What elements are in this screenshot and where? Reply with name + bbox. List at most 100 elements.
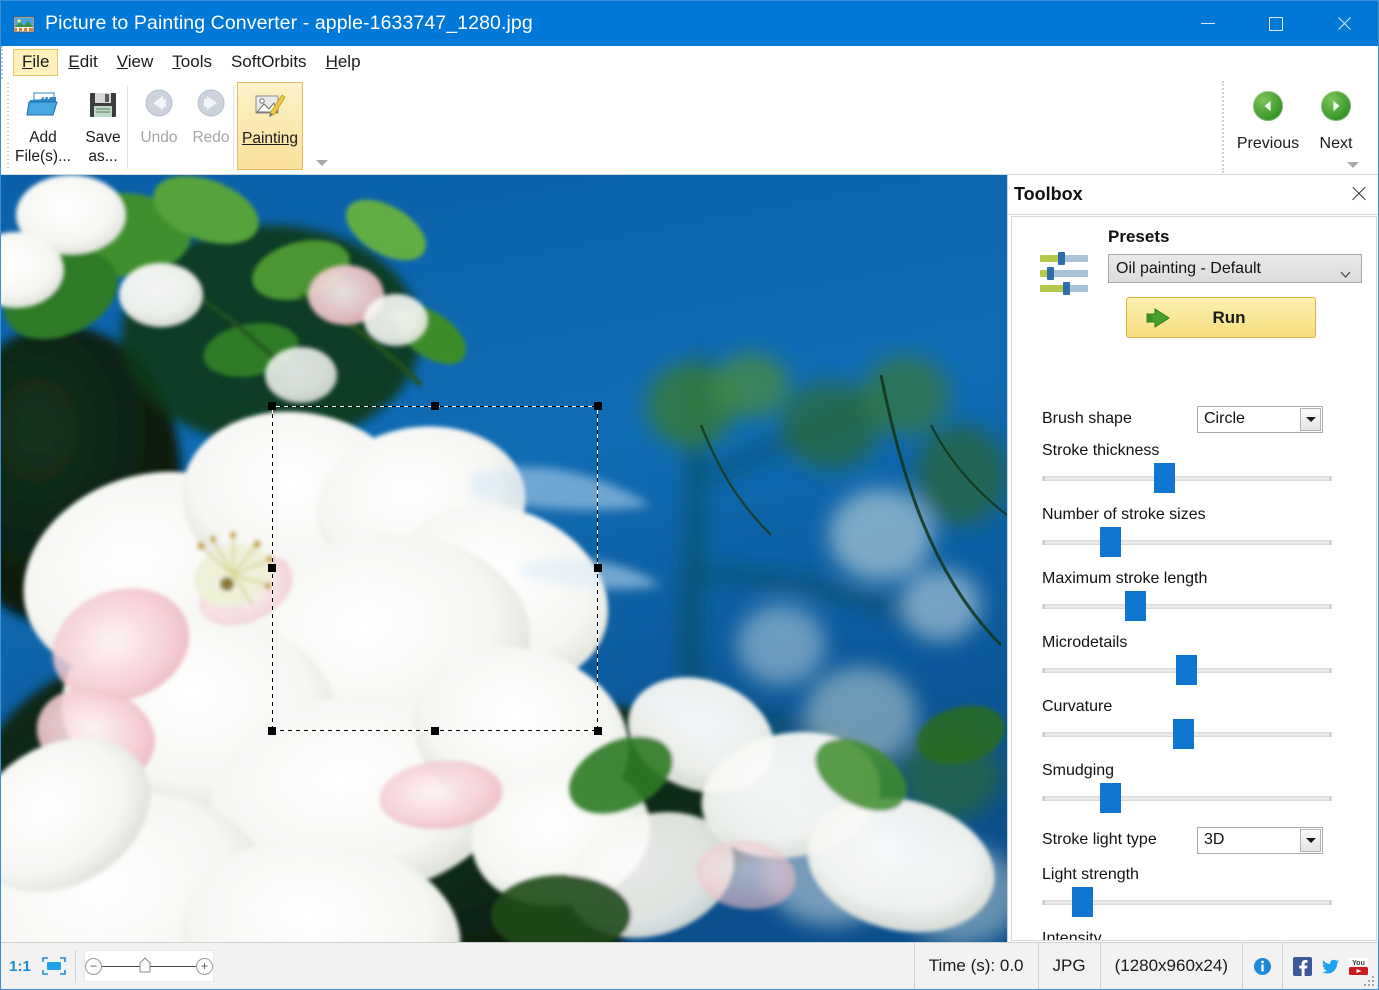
selection-rectangle[interactable]	[268, 402, 602, 735]
status-dimensions: (1280x960x24)	[1099, 942, 1242, 989]
handle-bottom-left[interactable]	[268, 727, 276, 735]
handle-top-left[interactable]	[268, 402, 276, 410]
stroke-light-type-value: 3D	[1204, 831, 1225, 848]
zoom-track-right	[149, 965, 196, 967]
number-of-stroke-sizes-label: Number of stroke sizes	[1042, 506, 1206, 523]
save-as-button[interactable]: Save as...	[75, 82, 131, 170]
window-title: Picture to Painting Converter - apple-16…	[45, 12, 533, 34]
brush-shape-combo[interactable]: Circle	[1197, 405, 1323, 433]
redo-arrow-icon	[194, 88, 228, 122]
status-format: JPG	[1037, 942, 1100, 989]
next-label: Next	[1319, 135, 1353, 152]
minimize-button[interactable]	[1174, 1, 1242, 46]
handle-bottom-center[interactable]	[431, 727, 439, 735]
handle-middle-left[interactable]	[268, 564, 276, 572]
menu-item-view[interactable]: View	[108, 49, 163, 76]
window-controls	[1174, 1, 1378, 46]
chevron-down-icon	[1340, 265, 1351, 278]
minimize-icon	[1201, 23, 1215, 24]
stroke-thickness-slider[interactable]	[1042, 463, 1332, 493]
save-as-label-line1: Save	[85, 129, 121, 146]
toolbox-body: Presets Oil painting - Default Run Brush…	[1011, 216, 1377, 941]
next-button[interactable]: Next	[1302, 81, 1370, 169]
presets-column: Presets Oil painting - Default Run	[1108, 227, 1362, 338]
zoom-in-icon[interactable]: +	[196, 957, 213, 975]
menu-item-edit[interactable]: Edit	[59, 49, 106, 76]
control-microdetails: Microdetails	[1012, 628, 1376, 685]
add-files-button[interactable]: Add File(s)...	[15, 82, 71, 170]
control-curvature: Curvature	[1012, 692, 1376, 749]
ribbon-expander-icon[interactable]	[315, 155, 329, 167]
navigation-expander-icon[interactable]	[1346, 157, 1360, 169]
undo-button[interactable]: Undo	[131, 82, 187, 170]
control-light-strength: Light strength	[1012, 860, 1376, 917]
smudging-slider[interactable]	[1042, 783, 1332, 813]
brush-shape-label: Brush shape	[1042, 410, 1132, 427]
previous-label: Previous	[1236, 135, 1300, 152]
info-icon[interactable]	[1253, 957, 1272, 976]
resize-grip-icon[interactable]	[1363, 974, 1375, 986]
slider-track	[1042, 540, 1332, 545]
selection-marquee	[272, 406, 598, 731]
maximum-stroke-length-slider[interactable]	[1042, 591, 1332, 621]
slider-thumb[interactable]	[1173, 719, 1194, 749]
redo-button[interactable]: Redo	[183, 82, 239, 170]
number-of-stroke-sizes-slider[interactable]	[1042, 527, 1332, 557]
light-strength-slider[interactable]	[1042, 887, 1332, 917]
save-as-label-line2: as...	[88, 148, 118, 165]
maximize-button[interactable]	[1242, 1, 1310, 46]
handle-bottom-right[interactable]	[594, 727, 602, 735]
slider-thumb[interactable]	[1154, 463, 1175, 493]
slider-thumb[interactable]	[1125, 591, 1146, 621]
arrow-right-circle-icon	[1321, 91, 1351, 121]
ribbon-group-history: Undo Redo	[131, 82, 239, 172]
zoom-slider[interactable]: − +	[84, 950, 214, 982]
microdetails-slider[interactable]	[1042, 655, 1332, 685]
handle-middle-right[interactable]	[594, 564, 602, 572]
undo-arrow-icon	[142, 88, 176, 122]
smudging-label: Smudging	[1042, 762, 1115, 779]
slider-thumb[interactable]	[1100, 527, 1121, 557]
run-label: Run	[1212, 307, 1246, 327]
previous-button[interactable]: Previous	[1234, 81, 1302, 169]
ribbon-separator-1	[127, 85, 128, 169]
green-arrow-icon	[1143, 306, 1177, 330]
handle-top-center[interactable]	[431, 402, 439, 410]
youtube-icon[interactable]: You	[1349, 957, 1368, 976]
facebook-icon[interactable]	[1293, 956, 1312, 976]
ribbon-group-effects: Painting	[237, 82, 303, 172]
zoom-ratio-label[interactable]: 1:1	[1, 958, 39, 975]
maximum-stroke-length-label: Maximum stroke length	[1042, 570, 1208, 587]
fit-to-screen-icon[interactable]	[41, 956, 67, 976]
toolbox-close-icon[interactable]	[1350, 185, 1368, 203]
menu-item-softorbits[interactable]: SoftOrbits	[222, 49, 316, 76]
chevron-down-icon	[1300, 828, 1321, 852]
image-canvas[interactable]	[1, 175, 1007, 943]
close-button[interactable]	[1310, 1, 1378, 46]
status-info-group	[1242, 942, 1282, 989]
stroke-light-type-combo[interactable]: 3D	[1197, 826, 1323, 854]
slider-thumb[interactable]	[1072, 887, 1093, 917]
slider-thumb[interactable]	[1176, 655, 1197, 685]
stroke-thickness-label: Stroke thickness	[1042, 442, 1160, 459]
status-separator-1	[75, 949, 76, 983]
zoom-out-icon[interactable]: −	[85, 957, 102, 975]
add-files-label-line2: File(s)...	[15, 148, 71, 165]
close-icon	[1336, 16, 1352, 32]
painting-button[interactable]: Painting	[237, 82, 303, 170]
menu-item-tools[interactable]: Tools	[163, 49, 221, 76]
slider-track	[1042, 796, 1332, 801]
slider-thumb[interactable]	[1100, 783, 1121, 813]
chevron-down-icon	[1300, 407, 1321, 431]
stroke-light-type-label: Stroke light type	[1042, 831, 1157, 848]
control-stroke-light-type: Stroke light type 3D	[1012, 820, 1376, 860]
menu-item-help[interactable]: Help	[317, 49, 370, 76]
handle-top-right[interactable]	[594, 402, 602, 410]
presets-select[interactable]: Oil painting - Default	[1108, 254, 1362, 283]
app-icon	[13, 13, 35, 35]
curvature-slider[interactable]	[1042, 719, 1332, 749]
run-button[interactable]: Run	[1126, 297, 1316, 338]
menu-item-file[interactable]: File	[13, 49, 59, 76]
twitter-icon[interactable]	[1321, 957, 1340, 976]
home-marker-icon[interactable]	[139, 957, 151, 973]
